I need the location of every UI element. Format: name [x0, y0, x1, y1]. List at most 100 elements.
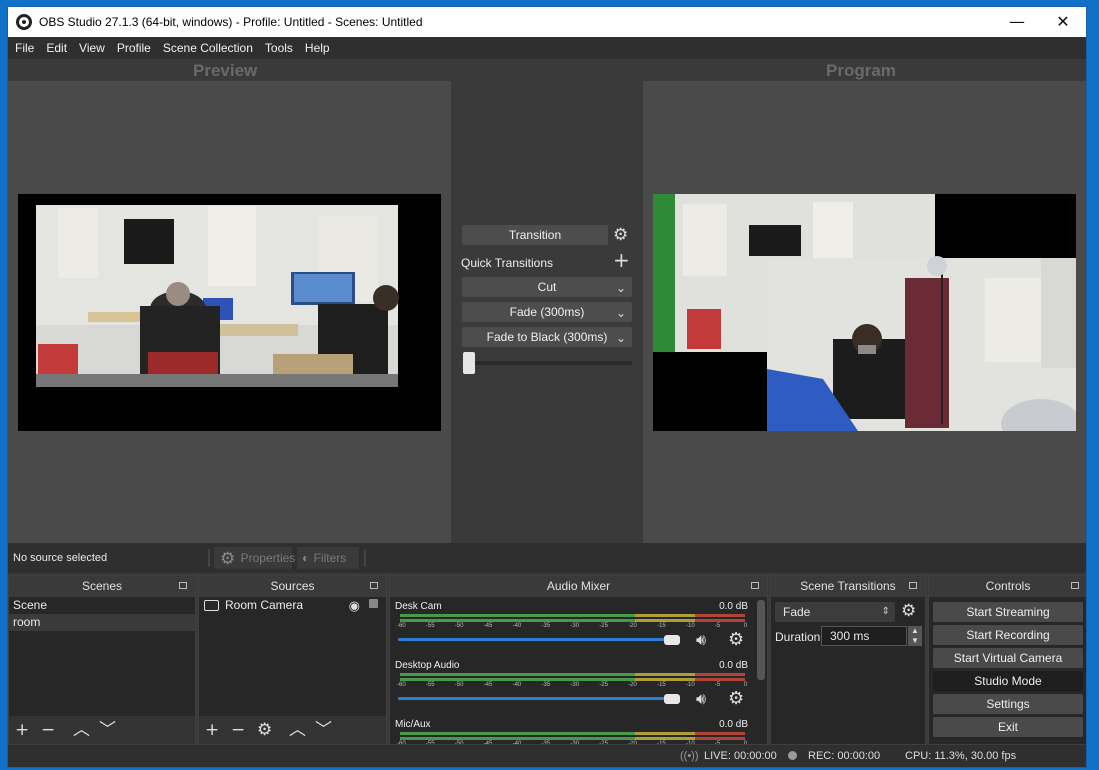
gear-icon: ⚙ — [220, 549, 236, 569]
scene-item-selected[interactable]: room — [9, 614, 195, 631]
volume-meter-segment — [695, 737, 745, 740]
menu-edit[interactable]: Edit — [40, 37, 73, 59]
camera-icon — [204, 600, 219, 611]
meter-tick-label: -50 — [454, 623, 464, 629]
transition-settings-gear-icon[interactable]: ⚙ — [613, 227, 628, 244]
meter-tick-label: -5 — [714, 623, 721, 629]
audio-mixer-dock: Audio Mixer Desk Cam 0.0 dB -60 -55 -50 -45 -4… — [389, 575, 768, 745]
start-streaming-button[interactable]: Start Streaming — [933, 602, 1083, 622]
close-button[interactable]: ✕ — [1040, 7, 1086, 37]
move-down-chevron-icon[interactable]: ﹀ — [99, 720, 116, 740]
settings-button[interactable]: Settings — [933, 694, 1083, 714]
tbar-track[interactable] — [466, 361, 632, 365]
menu-help[interactable]: Help — [299, 37, 336, 59]
chevron-down-icon[interactable]: ⌄ — [616, 278, 626, 298]
meter-tick-label: -55 — [425, 623, 435, 629]
add-quick-transition-plus-icon[interactable]: + — [613, 250, 630, 270]
quick-transition-fade[interactable]: Fade (300ms) ⌄ — [462, 302, 632, 322]
quick-transition-label: Fade (300ms) — [509, 305, 585, 319]
start-recording-button[interactable]: Start Recording — [933, 625, 1083, 645]
separator — [208, 549, 210, 567]
no-source-status: No source selected — [13, 552, 108, 564]
preview-label: Preview — [193, 61, 258, 80]
preview-canvas[interactable] — [8, 81, 451, 543]
undock-icon[interactable] — [179, 582, 187, 589]
chevron-down-icon[interactable]: ⌄ — [616, 303, 626, 323]
volume-fader-knob[interactable] — [664, 635, 680, 645]
meter-tick-label: -25 — [599, 682, 608, 688]
quick-transition-fade-to-black[interactable]: Fade to Black (300ms) ⌄ — [462, 327, 632, 347]
undock-icon[interactable] — [909, 582, 917, 589]
program-label: Program — [826, 61, 896, 80]
volume-meter-segment — [400, 673, 635, 676]
visibility-eye-icon[interactable]: ◉ — [349, 597, 360, 614]
scenes-dock: Scenes Scene room + − ︿ ﹀ — [8, 575, 196, 745]
exit-button[interactable]: Exit — [933, 717, 1083, 737]
preview-video[interactable] — [18, 194, 441, 431]
menu-tools[interactable]: Tools — [259, 37, 299, 59]
meter-tick-label: -10 — [686, 682, 695, 688]
speaker-icon[interactable]: 🔊︎ — [696, 630, 706, 650]
duration-spinner[interactable]: ▲ ▼ — [908, 626, 922, 646]
quick-transition-cut[interactable]: Cut ⌄ — [462, 277, 632, 297]
sources-dock: Sources Room Camera ◉ + − ⚙ ︿ ﹀ — [198, 575, 387, 745]
undock-icon[interactable] — [1071, 582, 1079, 589]
quick-transition-label: Cut — [537, 280, 557, 294]
speaker-icon[interactable]: 🔊︎ — [696, 689, 706, 709]
volume-fader-track[interactable] — [398, 638, 680, 641]
meter-tick-label: -50 — [454, 741, 464, 744]
add-scene-plus-icon[interactable]: + — [15, 720, 29, 740]
chevron-down-icon[interactable]: ⌄ — [616, 328, 626, 348]
properties-button[interactable]: ⚙ Properties — [214, 547, 295, 569]
scene-item[interactable]: Scene — [9, 597, 195, 614]
meter-tick-label: 0 — [743, 741, 748, 744]
sources-toolbar: + − ⚙ ︿ ﹀ — [199, 716, 386, 744]
meter-tick-label: -60 — [397, 682, 406, 688]
undock-icon[interactable] — [751, 582, 759, 589]
meter-tick-label: -60 — [397, 623, 406, 629]
studio-mode-button[interactable]: Studio Mode — [933, 671, 1083, 691]
remove-scene-minus-icon[interactable]: − — [41, 720, 55, 740]
source-properties-gear-icon[interactable]: ⚙ — [257, 720, 272, 740]
menu-profile[interactable]: Profile — [111, 37, 157, 59]
volume-fader-track[interactable] — [398, 697, 680, 700]
quick-transition-label: Fade to Black (300ms) — [486, 330, 608, 344]
live-timer: LIVE: 00:00:00 — [704, 750, 777, 762]
meter-tick-label: -10 — [686, 741, 695, 744]
volume-fader-knob[interactable] — [664, 694, 680, 704]
move-up-chevron-icon[interactable]: ︿ — [73, 720, 90, 740]
volume-meter-segment — [635, 614, 695, 617]
lock-icon[interactable] — [369, 599, 378, 608]
source-name: Room Camera — [225, 598, 304, 612]
menu-view[interactable]: View — [73, 37, 111, 59]
meter-tick-label: -20 — [628, 682, 637, 688]
menu-file[interactable]: File — [9, 37, 40, 59]
meter-tick-label: -40 — [512, 741, 522, 744]
meter-tick-label: -40 — [512, 682, 522, 688]
start-virtual-camera-button[interactable]: Start Virtual Camera — [933, 648, 1083, 668]
transition-type-select[interactable]: Fade ⇕ — [775, 602, 895, 622]
source-item[interactable]: Room Camera ◉ — [199, 597, 386, 614]
mixer-scrollbar[interactable] — [757, 600, 765, 680]
undock-icon[interactable] — [370, 582, 378, 589]
add-source-plus-icon[interactable]: + — [205, 720, 219, 740]
status-bar: ((•)) LIVE: 00:00:00 REC: 00:00:00 CPU: … — [8, 745, 1086, 767]
transition-properties-gear-icon[interactable]: ⚙ — [901, 603, 916, 620]
filter-icon: ◐ — [302, 551, 310, 565]
tbar-handle[interactable] — [463, 352, 475, 374]
channel-settings-gear-icon[interactable]: ⚙ — [728, 629, 744, 650]
sources-title: Sources — [199, 576, 386, 597]
filters-button[interactable]: ◐ Filters — [297, 547, 359, 569]
move-up-chevron-icon[interactable]: ︿ — [289, 720, 306, 740]
updown-icon: ⇕ — [881, 606, 890, 617]
move-down-chevron-icon[interactable]: ﹀ — [315, 720, 332, 740]
menu-scene-collection[interactable]: Scene Collection — [157, 37, 259, 59]
channel-settings-gear-icon[interactable]: ⚙ — [728, 688, 744, 709]
maximize-button[interactable] — [994, 7, 1040, 37]
meter-tick-label: -45 — [483, 741, 493, 744]
meter-tick-label: -5 — [714, 741, 721, 744]
transition-button[interactable]: Transition — [462, 225, 608, 245]
remove-source-minus-icon[interactable]: − — [231, 720, 245, 740]
meter-tick-label: -15 — [657, 741, 666, 744]
duration-input[interactable]: 300 ms — [821, 626, 907, 646]
